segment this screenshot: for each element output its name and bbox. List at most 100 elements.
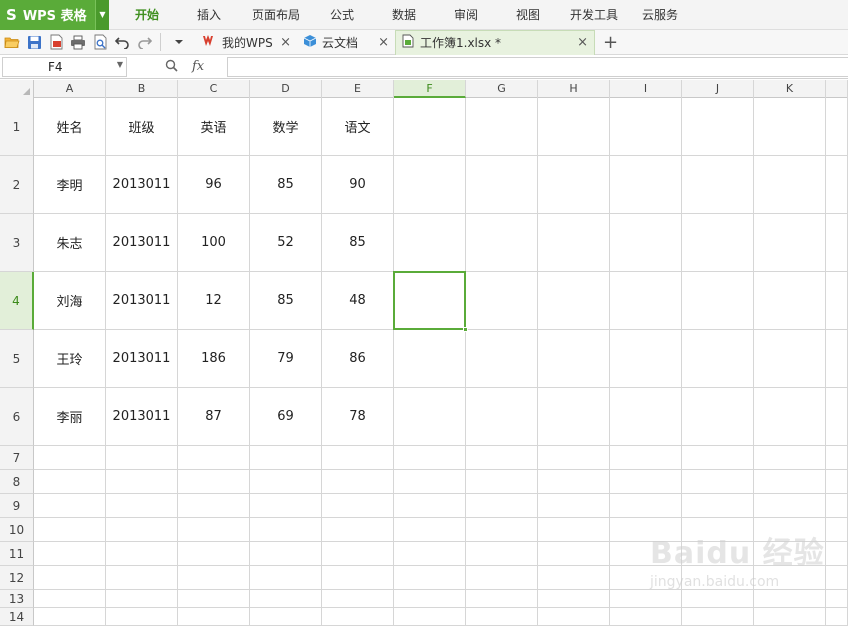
cell-a11[interactable] bbox=[34, 542, 106, 566]
cell-b5[interactable]: 2013011 bbox=[106, 330, 178, 388]
cell-i5[interactable] bbox=[610, 330, 682, 388]
cell-d8[interactable] bbox=[250, 470, 322, 494]
row-header-14[interactable]: 14 bbox=[0, 608, 34, 626]
column-header-f[interactable]: F bbox=[394, 80, 466, 98]
cell-f3[interactable] bbox=[394, 214, 466, 272]
column-header-overflow[interactable] bbox=[826, 80, 848, 98]
cell-a6[interactable]: 李丽 bbox=[34, 388, 106, 446]
cell-j7[interactable] bbox=[682, 446, 754, 470]
cell-a9[interactable] bbox=[34, 494, 106, 518]
name-box[interactable]: F4 ▼ bbox=[2, 56, 127, 77]
cell-l8[interactable] bbox=[826, 470, 848, 494]
close-tab-icon[interactable]: × bbox=[280, 35, 291, 50]
name-box-dropdown-icon[interactable]: ▼ bbox=[117, 60, 123, 69]
cell-h8[interactable] bbox=[538, 470, 610, 494]
cell-b14[interactable] bbox=[106, 608, 178, 626]
cell-f11[interactable] bbox=[394, 542, 466, 566]
undo-icon[interactable] bbox=[112, 32, 132, 52]
cell-a8[interactable] bbox=[34, 470, 106, 494]
cell-i9[interactable] bbox=[610, 494, 682, 518]
cell-a13[interactable] bbox=[34, 590, 106, 608]
cell-d7[interactable] bbox=[250, 446, 322, 470]
document-tab-3[interactable]: 工作簿1.xlsx * × bbox=[395, 29, 595, 55]
cell-i3[interactable] bbox=[610, 214, 682, 272]
cell-l3[interactable] bbox=[826, 214, 848, 272]
cell-k4[interactable] bbox=[754, 272, 826, 330]
cell-b10[interactable] bbox=[106, 518, 178, 542]
column-header-b[interactable]: B bbox=[106, 80, 178, 98]
ribbon-tab-4[interactable]: 公式 bbox=[330, 0, 354, 30]
cell-d4[interactable]: 85 bbox=[250, 272, 322, 330]
row-header-9[interactable]: 9 bbox=[0, 494, 34, 518]
cell-g4[interactable] bbox=[466, 272, 538, 330]
column-header-j[interactable]: J bbox=[682, 80, 754, 98]
ribbon-tab-2[interactable]: 插入 bbox=[197, 0, 221, 30]
row-header-5[interactable]: 5 bbox=[0, 330, 34, 388]
cell-b8[interactable] bbox=[106, 470, 178, 494]
cell-b13[interactable] bbox=[106, 590, 178, 608]
cell-c13[interactable] bbox=[178, 590, 250, 608]
cell-h12[interactable] bbox=[538, 566, 610, 590]
cell-k9[interactable] bbox=[754, 494, 826, 518]
ribbon-tab-9[interactable]: 云服务 bbox=[642, 0, 678, 30]
insert-function-icon[interactable]: fx bbox=[192, 59, 204, 74]
cell-h5[interactable] bbox=[538, 330, 610, 388]
cell-d11[interactable] bbox=[250, 542, 322, 566]
cell-j2[interactable] bbox=[682, 156, 754, 214]
cell-j3[interactable] bbox=[682, 214, 754, 272]
formula-input[interactable] bbox=[227, 56, 848, 77]
cell-d9[interactable] bbox=[250, 494, 322, 518]
cell-h7[interactable] bbox=[538, 446, 610, 470]
cell-a7[interactable] bbox=[34, 446, 106, 470]
cell-c3[interactable]: 100 bbox=[178, 214, 250, 272]
document-tab-1[interactable]: 我的WPS × bbox=[197, 30, 297, 55]
cell-k6[interactable] bbox=[754, 388, 826, 446]
row-header-8[interactable]: 8 bbox=[0, 470, 34, 494]
cell-d3[interactable]: 52 bbox=[250, 214, 322, 272]
cell-h10[interactable] bbox=[538, 518, 610, 542]
customize-toolbar-dropdown-icon[interactable] bbox=[169, 32, 189, 52]
close-tab-icon[interactable]: × bbox=[577, 35, 588, 50]
ribbon-tab-6[interactable]: 审阅 bbox=[454, 0, 478, 30]
cell-b7[interactable] bbox=[106, 446, 178, 470]
cell-i6[interactable] bbox=[610, 388, 682, 446]
cell-d12[interactable] bbox=[250, 566, 322, 590]
cell-g14[interactable] bbox=[466, 608, 538, 626]
cell-f5[interactable] bbox=[394, 330, 466, 388]
print-icon[interactable] bbox=[68, 32, 88, 52]
cell-h9[interactable] bbox=[538, 494, 610, 518]
cell-j9[interactable] bbox=[682, 494, 754, 518]
cell-f10[interactable] bbox=[394, 518, 466, 542]
app-menu-dropdown-icon[interactable]: ▼ bbox=[95, 0, 109, 30]
cell-g1[interactable] bbox=[466, 98, 538, 156]
cell-l4[interactable] bbox=[826, 272, 848, 330]
cell-l6[interactable] bbox=[826, 388, 848, 446]
cell-c9[interactable] bbox=[178, 494, 250, 518]
cell-f12[interactable] bbox=[394, 566, 466, 590]
cell-b6[interactable]: 2013011 bbox=[106, 388, 178, 446]
cell-e14[interactable] bbox=[322, 608, 394, 626]
cell-e7[interactable] bbox=[322, 446, 394, 470]
cell-j6[interactable] bbox=[682, 388, 754, 446]
cell-d2[interactable]: 85 bbox=[250, 156, 322, 214]
cell-i2[interactable] bbox=[610, 156, 682, 214]
column-header-e[interactable]: E bbox=[322, 80, 394, 98]
cell-k5[interactable] bbox=[754, 330, 826, 388]
cell-a5[interactable]: 王玲 bbox=[34, 330, 106, 388]
column-header-c[interactable]: C bbox=[178, 80, 250, 98]
cell-a2[interactable]: 李明 bbox=[34, 156, 106, 214]
cell-b4[interactable]: 2013011 bbox=[106, 272, 178, 330]
cell-d6[interactable]: 69 bbox=[250, 388, 322, 446]
cell-e12[interactable] bbox=[322, 566, 394, 590]
cell-d1[interactable]: 数学 bbox=[250, 98, 322, 156]
cell-c4[interactable]: 12 bbox=[178, 272, 250, 330]
cell-j5[interactable] bbox=[682, 330, 754, 388]
cell-l9[interactable] bbox=[826, 494, 848, 518]
zoom-lookup-icon[interactable] bbox=[165, 59, 178, 75]
app-menu-button[interactable]: S WPS 表格 bbox=[0, 0, 95, 30]
row-header-12[interactable]: 12 bbox=[0, 566, 34, 590]
cell-l14[interactable] bbox=[826, 608, 848, 626]
cell-d14[interactable] bbox=[250, 608, 322, 626]
row-header-7[interactable]: 7 bbox=[0, 446, 34, 470]
cell-f14[interactable] bbox=[394, 608, 466, 626]
